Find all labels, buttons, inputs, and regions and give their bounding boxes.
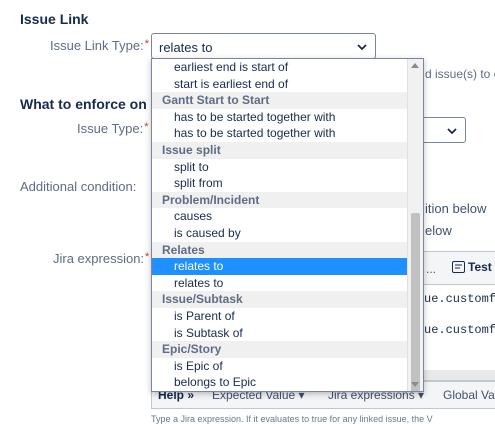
jira-expression-label-text: Jira expression: xyxy=(53,251,145,266)
dropdown-option[interactable]: is Parent of xyxy=(152,307,409,325)
dropdown-option-list: earliest end is start of start is earlies… xyxy=(152,59,409,391)
dropdown-scrollbar[interactable] xyxy=(407,59,423,391)
code-line-2: ue.customf xyxy=(424,323,495,337)
global-values-menu[interactable]: Global Va xyxy=(443,388,495,402)
chevron-down-icon xyxy=(357,44,367,51)
condition-option-1[interactable]: ition below xyxy=(425,201,486,216)
issue-link-type-label: Issue Link Type:* xyxy=(50,38,149,53)
dropdown-option[interactable]: start is earliest end of xyxy=(152,75,409,93)
dropdown-group-header: Relates xyxy=(152,241,409,259)
test-icon xyxy=(452,261,465,273)
dropdown-group-header: Gantt Start to Start xyxy=(152,92,409,109)
issue-link-type-dropdown[interactable]: earliest end is start of start is earlies… xyxy=(151,58,424,392)
dropdown-option[interactable]: relates to xyxy=(152,274,409,292)
code-line-1: ue.customf xyxy=(424,292,495,306)
dropdown-option[interactable]: relates to xyxy=(152,258,409,275)
scroll-up-arrow-icon[interactable] xyxy=(411,63,419,68)
toolbar-more[interactable]: ... xyxy=(426,262,436,276)
issue-link-hint: d issue(s) to ch xyxy=(425,67,495,81)
dropdown-scrollbar-thumb[interactable] xyxy=(411,213,420,391)
jira-expression-label: Jira expression:* xyxy=(53,251,149,266)
test-button-label: Test xyxy=(468,260,492,274)
dropdown-option[interactable]: earliest end is start of xyxy=(152,59,409,76)
required-mark: * xyxy=(144,121,149,133)
issue-link-type-label-text: Issue Link Type: xyxy=(50,38,144,53)
issue-link-type-value: relates to xyxy=(159,40,213,55)
dropdown-option[interactable]: causes xyxy=(152,208,409,225)
issue-link-type-select[interactable]: relates to xyxy=(151,33,376,59)
dropdown-option[interactable]: is Subtask of xyxy=(152,324,409,342)
additional-condition-label: Additional condition: xyxy=(20,179,137,194)
issue-type-label-text: Issue Type: xyxy=(77,121,144,136)
issue-type-label: Issue Type:* xyxy=(77,121,149,136)
dropdown-group-header: Issue/Subtask xyxy=(152,291,409,308)
dropdown-group-header: Epic/Story xyxy=(152,341,409,358)
dropdown-group-header: Issue split xyxy=(152,141,409,159)
dropdown-option[interactable]: has to be started together with xyxy=(152,108,409,126)
condition-option-2[interactable]: elow xyxy=(425,223,452,238)
dropdown-option[interactable]: belongs to Epic xyxy=(152,374,409,391)
dropdown-option[interactable]: split to xyxy=(152,158,409,176)
enforce-section-title: What to enforce on I xyxy=(20,96,155,112)
dropdown-option[interactable]: is caused by xyxy=(152,224,409,242)
required-mark: * xyxy=(145,251,150,263)
dropdown-option[interactable]: is Epic of xyxy=(152,357,409,375)
chevron-down-icon xyxy=(447,128,457,135)
dropdown-group-header: Problem/Incident xyxy=(152,191,409,209)
test-button[interactable]: Test xyxy=(452,260,492,274)
dropdown-option[interactable]: has to be started together with xyxy=(152,125,409,142)
scroll-down-arrow-icon[interactable] xyxy=(411,382,419,387)
dropdown-option[interactable]: split from xyxy=(152,175,409,192)
issue-link-section-title: Issue Link xyxy=(20,11,89,27)
required-mark: * xyxy=(144,38,149,50)
